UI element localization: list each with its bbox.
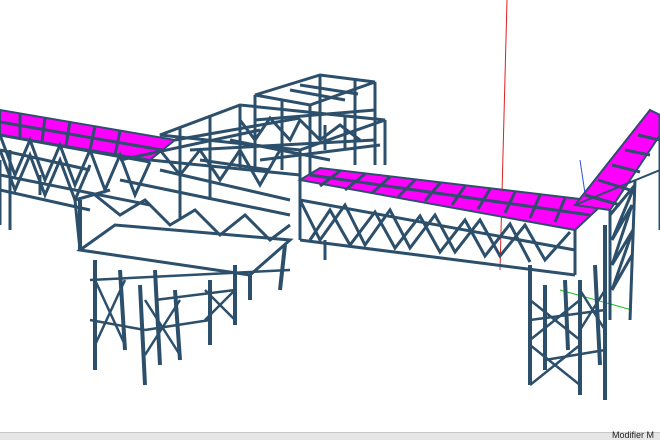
left-walkway-truss (0, 108, 178, 230)
central-tower-frame (94, 73, 387, 242)
right-walkway-truss (297, 166, 608, 277)
status-text: Modifier M (611, 430, 654, 440)
3d-model-viewport[interactable] (0, 0, 660, 432)
support-columns (73, 188, 294, 386)
right-deck (297, 166, 608, 232)
status-bar: Modifier M (0, 430, 660, 440)
